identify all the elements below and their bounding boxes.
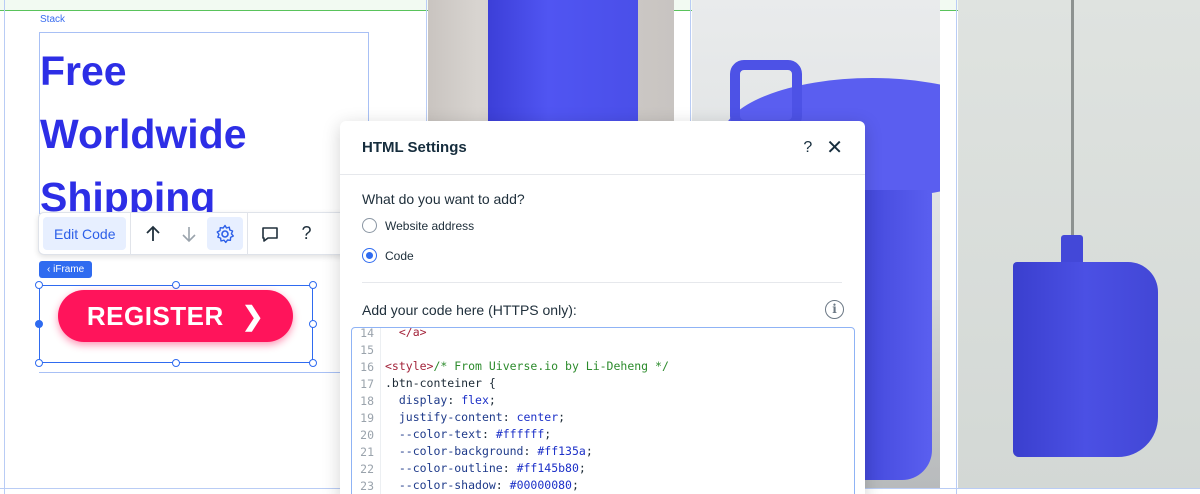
product-image-3[interactable] xyxy=(958,0,1200,488)
resize-handle-bottom-left[interactable] xyxy=(35,359,43,367)
grid-guide-col-3 xyxy=(956,0,957,494)
code-text: <style>/* From Uiverse.io by Li-Deheng *… xyxy=(380,358,669,375)
stack-label: Stack xyxy=(40,14,66,25)
toolbar-separator xyxy=(130,212,132,255)
line-number: 17 xyxy=(360,376,374,391)
settings-divider xyxy=(362,282,842,283)
move-up-button[interactable] xyxy=(135,217,171,250)
code-text: --color-text: #ffffff; xyxy=(380,426,551,443)
option-website-address-label: Website address xyxy=(385,218,475,233)
add-type-question: What do you want to add? xyxy=(362,191,525,207)
stack-bottom-guide xyxy=(39,372,369,373)
lamp-shade xyxy=(1013,262,1158,457)
line-number: 18 xyxy=(360,393,374,408)
code-text: </a> xyxy=(380,328,427,341)
line-number: 20 xyxy=(360,427,374,442)
code-text: --color-background: #ff135a; xyxy=(380,443,593,460)
resize-handle-top-left[interactable] xyxy=(35,281,43,289)
line-number: 19 xyxy=(360,410,374,425)
comment-button[interactable] xyxy=(252,217,288,250)
arrow-up-icon xyxy=(146,225,161,241)
iframe-tag[interactable]: ‹ iFrame xyxy=(39,261,93,278)
help-icon: ? xyxy=(301,223,312,243)
resize-handle-top[interactable] xyxy=(172,281,180,289)
line-number: 16 xyxy=(360,359,374,374)
code-line[interactable]: 15 xyxy=(352,341,854,358)
resize-handle-top-right[interactable] xyxy=(309,281,317,289)
arrow-down-icon xyxy=(182,226,197,242)
code-text: display: flex; xyxy=(380,392,496,409)
code-line[interactable]: 14 </a> xyxy=(352,327,854,341)
element-toolbar: Edit Code ? xyxy=(38,212,356,255)
settings-button[interactable] xyxy=(207,217,244,250)
code-line[interactable]: 19 justify-content: center; xyxy=(352,409,854,426)
code-text: .btn-conteiner { xyxy=(380,375,496,392)
line-number: 14 xyxy=(360,327,374,340)
info-icon[interactable]: i xyxy=(825,300,844,319)
resize-handle-left[interactable] xyxy=(35,320,43,328)
option-code[interactable]: Code xyxy=(362,248,414,263)
html-settings-panel: HTML Settings ? ✕ What do you want to ad… xyxy=(340,121,865,494)
line-number: 23 xyxy=(360,478,374,493)
code-text: justify-content: center; xyxy=(380,409,565,426)
option-website-address[interactable]: Website address xyxy=(362,218,474,233)
move-down-button[interactable] xyxy=(171,217,207,250)
resize-handle-bottom[interactable] xyxy=(172,359,180,367)
lamp-cord xyxy=(1071,0,1074,240)
headline-line-1: Free xyxy=(40,48,127,94)
code-line[interactable]: 21 --color-background: #ff135a; xyxy=(352,443,854,460)
help-button[interactable]: ? xyxy=(288,217,324,250)
chevron-right-icon: ❯ xyxy=(241,300,265,331)
code-text xyxy=(380,341,385,358)
code-editor[interactable]: 14 </a> 15 16 <style>/* From Uiverse.io by … xyxy=(351,327,855,494)
radio-code[interactable] xyxy=(362,248,377,263)
line-number: 22 xyxy=(360,461,374,476)
grid-guide-left xyxy=(4,0,5,494)
code-text: --color-shadow: #00000080; xyxy=(380,477,579,494)
code-line[interactable]: 22 --color-outline: #ff145b80; xyxy=(352,460,854,477)
code-line[interactable]: 18 display: flex; xyxy=(352,392,854,409)
radio-website-address[interactable] xyxy=(362,218,377,233)
headline-text[interactable]: Free Worldwide Shipping xyxy=(40,40,360,229)
close-icon[interactable]: ✕ xyxy=(826,138,843,158)
resize-handle-bottom-right[interactable] xyxy=(309,359,317,367)
code-line[interactable]: 16 <style>/* From Uiverse.io by Li-Deheng… xyxy=(352,358,854,375)
edit-code-button[interactable]: Edit Code xyxy=(43,217,127,250)
code-line[interactable]: 17 .btn-conteiner { xyxy=(352,375,854,392)
code-line[interactable]: 20 --color-text: #ffffff; xyxy=(352,426,854,443)
headline-line-2: Worldwide xyxy=(40,111,247,157)
settings-title: HTML Settings xyxy=(362,139,467,156)
line-number: 15 xyxy=(360,342,374,357)
table-handle-shape xyxy=(730,60,802,130)
settings-help-icon[interactable]: ? xyxy=(803,139,812,157)
code-field-label: Add your code here (HTTPS only): xyxy=(362,302,577,318)
gear-icon xyxy=(216,224,235,243)
code-line[interactable]: 23 --color-shadow: #00000080; xyxy=(352,477,854,494)
code-text: --color-outline: #ff145b80; xyxy=(380,460,586,477)
line-number: 21 xyxy=(360,444,374,459)
resize-handle-right[interactable] xyxy=(309,320,317,328)
toolbar-separator xyxy=(247,212,249,255)
register-button[interactable]: REGISTER ❯ xyxy=(58,290,293,342)
comment-icon xyxy=(262,226,279,242)
settings-header: HTML Settings ? ✕ xyxy=(340,121,865,175)
option-code-label: Code xyxy=(385,248,414,263)
register-label: REGISTER xyxy=(86,300,224,331)
